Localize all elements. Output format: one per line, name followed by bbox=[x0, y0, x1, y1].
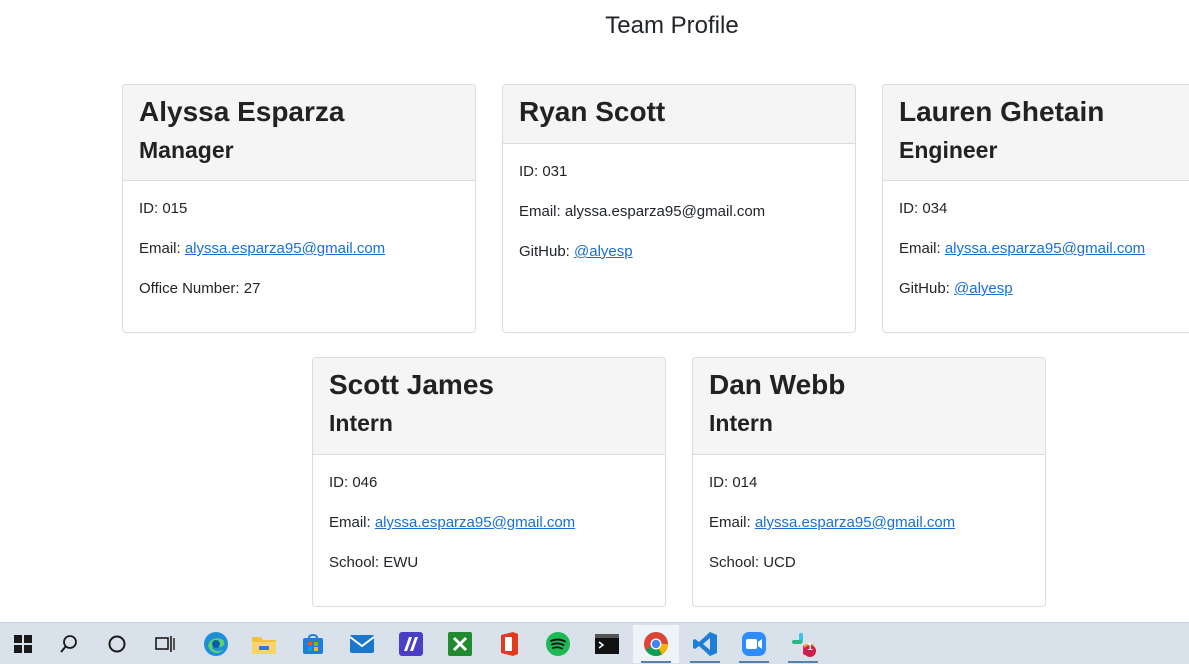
employee-id: ID: 046 bbox=[329, 474, 378, 491]
search-icon[interactable] bbox=[46, 625, 92, 663]
github-label: GitHub: bbox=[519, 243, 575, 260]
employee-role: Intern bbox=[329, 410, 393, 436]
github-link[interactable]: @alyesp bbox=[954, 280, 1013, 297]
school-line: School: UCD bbox=[709, 554, 796, 571]
slack-icon[interactable]: 1 bbox=[780, 625, 826, 663]
task-view-icon[interactable] bbox=[142, 625, 188, 663]
zoom-icon[interactable] bbox=[731, 625, 777, 663]
employee-role: Engineer bbox=[899, 137, 998, 163]
github-link[interactable]: @alyesp bbox=[574, 243, 633, 260]
employee-card: Scott James Intern ID: 046 Email: alyssa… bbox=[312, 357, 666, 607]
chrome-icon[interactable] bbox=[633, 625, 679, 663]
xbox-icon[interactable] bbox=[437, 625, 483, 663]
employee-id: ID: 031 bbox=[519, 163, 568, 180]
microsoft-store-icon[interactable] bbox=[290, 625, 336, 663]
email-link[interactable]: alyssa.esparza95@gmail.com bbox=[755, 514, 955, 531]
terminal-icon[interactable] bbox=[584, 625, 630, 663]
employee-email-line: Email: alyssa.esparza95@gmail.com bbox=[329, 513, 575, 533]
employee-card: Dan Webb Intern ID: 014 Email: alyssa.es… bbox=[692, 357, 1046, 607]
mail-icon[interactable] bbox=[339, 625, 385, 663]
card-header: Lauren Ghetain Engineer bbox=[883, 85, 1189, 181]
employee-name: Lauren Ghetain bbox=[899, 96, 1105, 127]
edge-icon[interactable] bbox=[193, 625, 239, 663]
windows-start-icon[interactable] bbox=[0, 625, 46, 663]
email-link[interactable]: alyssa.esparza95@gmail.com bbox=[185, 240, 385, 257]
employee-name: Scott James bbox=[329, 369, 494, 400]
employee-role: Manager bbox=[139, 137, 234, 163]
vscode-icon[interactable] bbox=[682, 625, 728, 663]
employee-role: Intern bbox=[709, 410, 773, 436]
card-header: Scott James Intern bbox=[313, 358, 665, 455]
github-line: GitHub: @alyesp bbox=[899, 279, 1013, 299]
email-label: Email: bbox=[709, 514, 755, 531]
office-number: Office Number: 27 bbox=[139, 280, 261, 297]
employee-name: Alyssa Esparza bbox=[139, 96, 345, 127]
github-line: GitHub: @alyesp bbox=[519, 242, 633, 262]
employee-name: Dan Webb bbox=[709, 369, 846, 400]
office-icon[interactable] bbox=[486, 625, 532, 663]
email-link[interactable]: alyssa.esparza95@gmail.com bbox=[945, 240, 1145, 257]
employee-card: Lauren Ghetain Engineer ID: 034 Email: a… bbox=[882, 84, 1189, 333]
email-label: Email: bbox=[899, 240, 945, 257]
employee-name: Ryan Scott bbox=[519, 96, 666, 127]
employee-card: Ryan Scott ID: 031 Email: alyssa.esparza… bbox=[502, 84, 856, 333]
employee-id: ID: 014 bbox=[709, 474, 758, 491]
file-explorer-icon[interactable] bbox=[241, 625, 287, 663]
taskbar: 1 bbox=[0, 622, 1189, 664]
visual-studio-icon[interactable] bbox=[388, 625, 434, 663]
school-line: School: EWU bbox=[329, 554, 419, 571]
email-label: Email: bbox=[329, 514, 375, 531]
employee-id: ID: 034 bbox=[899, 200, 948, 217]
employee-card: Alyssa Esparza Manager ID: 015 Email: al… bbox=[122, 84, 476, 333]
employee-email-line: Email: alyssa.esparza95@gmail.com bbox=[139, 239, 385, 259]
employee-email-line: Email: alyssa.esparza95@gmail.com bbox=[709, 513, 955, 533]
github-label: GitHub: bbox=[899, 280, 955, 297]
spotify-icon[interactable] bbox=[535, 625, 581, 663]
card-header: Alyssa Esparza Manager bbox=[123, 85, 475, 181]
employee-email-line: Email: alyssa.esparza95@gmail.com bbox=[519, 203, 766, 220]
employee-email-line: Email: alyssa.esparza95@gmail.com bbox=[899, 239, 1145, 259]
slack-badge: 1 bbox=[807, 642, 813, 653]
page-title: Team Profile bbox=[605, 12, 739, 39]
email-link[interactable]: alyssa.esparza95@gmail.com bbox=[375, 514, 575, 531]
email-label: Email: bbox=[139, 240, 185, 257]
card-header: Ryan Scott bbox=[503, 85, 855, 144]
card-header: Dan Webb Intern bbox=[693, 358, 1045, 455]
employee-id: ID: 015 bbox=[139, 200, 188, 217]
cortana-icon[interactable] bbox=[94, 625, 140, 663]
